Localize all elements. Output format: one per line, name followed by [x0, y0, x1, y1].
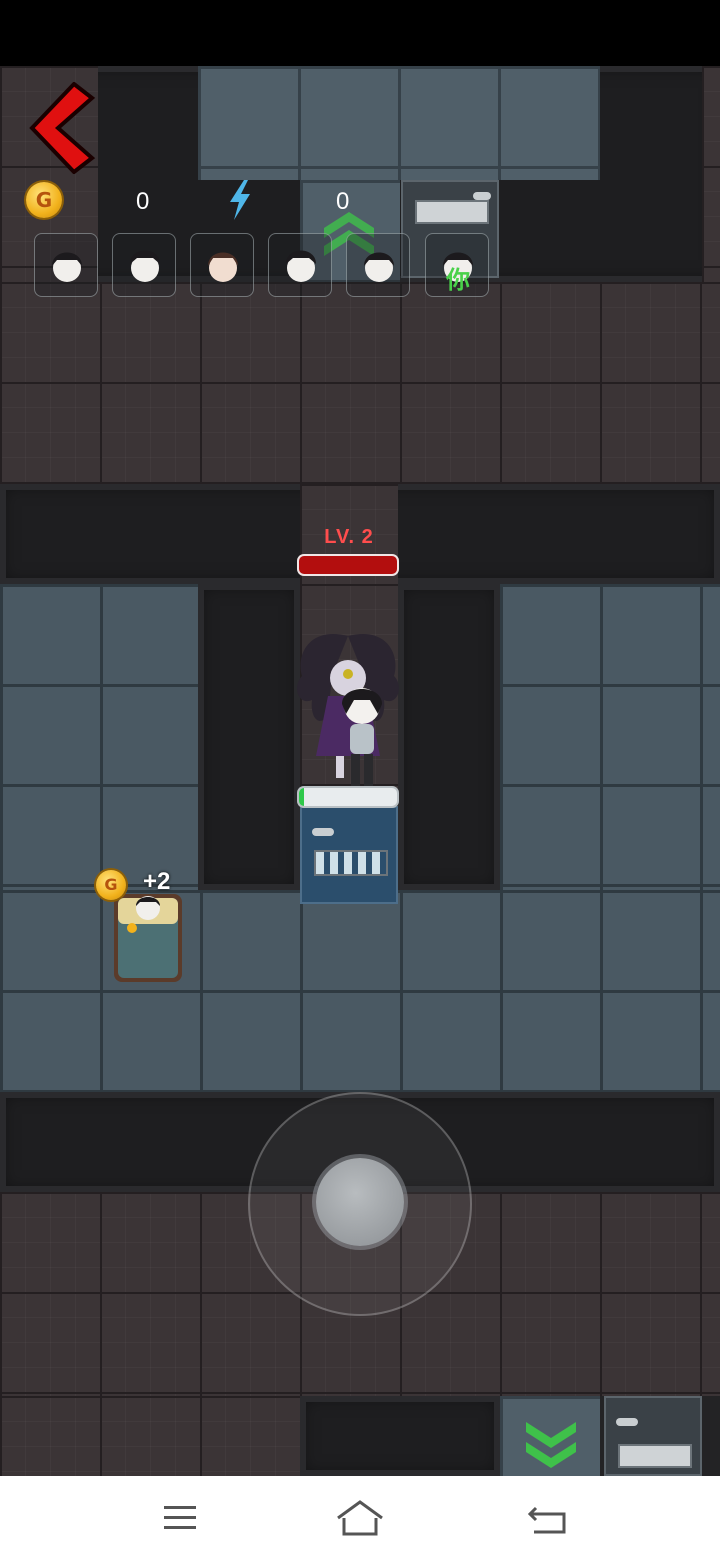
- brick-floor-right-top: [702, 66, 720, 282]
- self-marker-label: 你: [446, 266, 470, 294]
- player-avatar-icon: [52, 252, 82, 282]
- coin-icon: G: [96, 870, 126, 900]
- wall-bottom: [300, 1396, 500, 1476]
- back-chevron-icon[interactable]: [22, 82, 98, 174]
- brick-corridor-upper: [0, 282, 720, 484]
- player-avatar-5[interactable]: [346, 233, 410, 297]
- descend-arrow-icon[interactable]: [526, 1416, 576, 1476]
- player-avatar-icon: [286, 250, 316, 282]
- door-handle: [473, 192, 491, 200]
- player-avatar-2[interactable]: [112, 233, 176, 297]
- bed[interactable]: [110, 888, 186, 988]
- enemy-level-label: LV. 2: [324, 526, 374, 548]
- status-bar: [0, 0, 720, 66]
- enemy-health-bar: [299, 556, 397, 574]
- navigation-bar: [0, 1476, 720, 1560]
- wall-left-inner: [198, 584, 300, 890]
- door-handle: [616, 1418, 638, 1426]
- door-room[interactable]: [300, 806, 398, 904]
- player-avatar-1[interactable]: [34, 233, 98, 297]
- back-icon[interactable]: [520, 1496, 580, 1540]
- door-window: [618, 1444, 692, 1468]
- bed-reward-label: +2: [143, 868, 171, 895]
- coin-count: 0: [136, 188, 150, 215]
- room-floor-bottom: [0, 890, 720, 1092]
- home-icon[interactable]: [330, 1496, 390, 1540]
- door-bottom[interactable]: [604, 1396, 702, 1476]
- door-window: [314, 850, 388, 876]
- door-health-fill: [299, 788, 304, 806]
- player-avatar-icon: [208, 252, 238, 282]
- door-handle: [312, 828, 334, 836]
- room-floor-top: [198, 66, 600, 180]
- player-avatar-4[interactable]: [268, 233, 332, 297]
- brick-floor-bottom-left: [0, 1396, 300, 1476]
- wall-right-inner: [398, 584, 500, 890]
- menu-icon[interactable]: [150, 1496, 210, 1540]
- door-window: [415, 200, 489, 224]
- coin-icon: G: [26, 182, 62, 218]
- door-health-bar: [299, 788, 397, 806]
- player-avatar-self[interactable]: 你: [425, 233, 489, 297]
- player-avatar-icon: [130, 250, 160, 282]
- energy-count: 0: [336, 188, 350, 215]
- player-avatar-icon: [364, 252, 394, 282]
- joystick-knob[interactable]: [316, 1158, 404, 1246]
- lightning-bolt-icon: [230, 180, 250, 220]
- player-character: [342, 688, 382, 790]
- player-avatar-3[interactable]: [190, 233, 254, 297]
